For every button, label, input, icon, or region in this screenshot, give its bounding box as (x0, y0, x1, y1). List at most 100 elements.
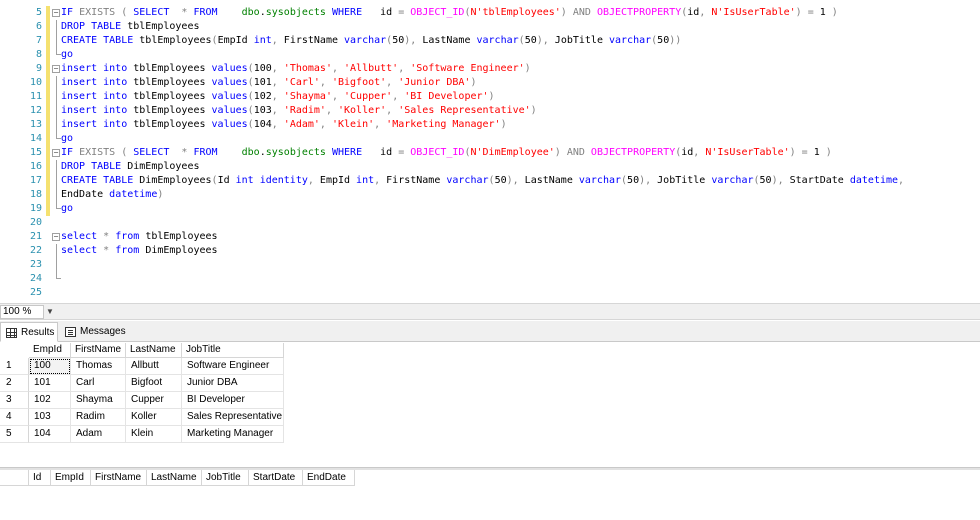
collapse-icon[interactable]: − (52, 9, 60, 17)
column-header-startdate[interactable]: StartDate (249, 470, 303, 486)
code-line[interactable]: 9 − insert into tblEmployees values(100, '… (0, 62, 980, 76)
code-line[interactable]: 22 select * from DimEmployees (0, 244, 980, 258)
collapse-icon[interactable]: − (52, 149, 60, 157)
table-cell[interactable]: Sales Representative (182, 409, 284, 426)
table-cell[interactable]: Koller (126, 409, 182, 426)
code-line[interactable]: 16 DROP TABLE DimEmployees (0, 160, 980, 174)
row-number[interactable]: 5 (0, 426, 29, 443)
table-cell[interactable]: Software Engineer (182, 358, 284, 375)
code-line[interactable]: 19 go (0, 202, 980, 216)
code-line[interactable]: 10 insert into tblEmployees values(101, '… (0, 76, 980, 90)
collapse-icon[interactable]: − (52, 65, 60, 73)
code-token: , (325, 105, 338, 116)
column-header-id[interactable]: Id (29, 470, 51, 486)
code-token: DROP TABLE (61, 161, 128, 172)
row-number[interactable]: 2 (0, 375, 29, 392)
tab-results[interactable]: Results (0, 322, 58, 342)
code-text: insert into tblEmployees values(104, 'Ad… (61, 118, 507, 132)
code-line[interactable]: 7 CREATE TABLE tblEmployees(EmpId int, Fi… (0, 34, 980, 48)
table-cell[interactable]: BI Developer (182, 392, 284, 409)
code-line[interactable]: 14 go (0, 132, 980, 146)
results-grid-dimemployees[interactable]: Id EmpId FirstName LastName JobTitle StartDat… (0, 470, 360, 490)
change-marker (46, 202, 50, 216)
code-text: select * from DimEmployees (61, 244, 218, 258)
change-marker (46, 20, 50, 34)
code-text: DROP TABLE tblEmployees (61, 20, 199, 34)
code-line[interactable]: 24 (0, 272, 980, 286)
code-line[interactable]: 5 − IF EXISTS ( SELECT * FROM dbo.sysobjec… (0, 6, 980, 20)
code-token: varchar (608, 35, 652, 46)
zoom-level-select[interactable]: 100 % (0, 305, 44, 319)
code-token: ), (506, 175, 525, 186)
code-line[interactable]: 21 − select * from tblEmployees (0, 230, 980, 244)
collapse-icon[interactable]: − (52, 233, 60, 241)
line-number: 14 (29, 133, 42, 144)
code-line[interactable]: 12 insert into tblEmployees values(103, '… (0, 104, 980, 118)
column-header-enddate[interactable]: EndDate (303, 470, 355, 486)
table-cell[interactable]: Cupper (126, 392, 182, 409)
column-header-jobtitle[interactable]: JobTitle (182, 343, 284, 358)
code-token: 'Klein' (331, 119, 375, 130)
chevron-down-icon[interactable]: ▼ (46, 307, 55, 317)
table-cell[interactable]: Radim (71, 409, 126, 426)
row-number[interactable]: 3 (0, 392, 29, 409)
code-text: go (61, 132, 73, 146)
tab-messages[interactable]: Messages (60, 322, 128, 342)
fold-guide (56, 188, 57, 202)
code-line[interactable]: 11 insert into tblEmployees values(102, '… (0, 90, 980, 104)
code-token: AND (572, 7, 597, 18)
grid-icon (6, 328, 17, 338)
code-line[interactable]: 17 CREATE TABLE DimEmployees(Id int ident… (0, 174, 980, 188)
row-number[interactable]: 4 (0, 409, 29, 426)
code-line[interactable]: 6 DROP TABLE tblEmployees (0, 20, 980, 34)
row-number[interactable]: 1 (0, 358, 29, 375)
table-cell[interactable]: 104 (29, 426, 71, 443)
code-token: insert into (61, 63, 134, 74)
code-line[interactable]: 18 EndDate datetime) (0, 188, 980, 202)
code-line[interactable]: 25 (0, 286, 980, 300)
code-token: , (271, 63, 284, 74)
table-cell[interactable]: Junior DBA (182, 375, 284, 392)
column-header-lastname[interactable]: LastName (126, 343, 182, 358)
code-token: ) = (789, 147, 814, 158)
horizontal-scrollbar[interactable] (60, 306, 980, 318)
table-cell[interactable]: 103 (29, 409, 71, 426)
table-cell[interactable]: Bigfoot (126, 375, 182, 392)
code-line[interactable]: 23 (0, 258, 980, 272)
column-header-empid[interactable]: EmpId (29, 343, 71, 358)
column-header-jobtitle[interactable]: JobTitle (202, 470, 249, 486)
table-cell[interactable]: 102 (29, 392, 71, 409)
code-text: insert into tblEmployees values(100, 'Th… (61, 62, 531, 76)
table-cell[interactable]: Klein (126, 426, 182, 443)
code-line[interactable]: 13 insert into tblEmployees values(104, '… (0, 118, 980, 132)
table-cell[interactable]: Shayma (71, 392, 126, 409)
code-token: tblEmployees (145, 231, 218, 242)
column-header-lastname[interactable]: LastName (147, 470, 202, 486)
code-token: 101 (253, 77, 272, 88)
change-marker (46, 146, 50, 160)
code-token: FROM (193, 147, 224, 158)
line-number: 5 (35, 7, 42, 18)
code-line[interactable]: 20 (0, 216, 980, 230)
code-line[interactable]: 15 − IF EXISTS ( SELECT * FROM dbo.sysobje… (0, 146, 980, 160)
code-token: * (103, 231, 116, 242)
grid-corner[interactable] (0, 470, 29, 486)
table-cell[interactable]: Adam (71, 426, 126, 443)
code-line[interactable]: 8 go (0, 48, 980, 62)
code-token: DimEmployees (145, 245, 218, 256)
code-token: , (693, 147, 706, 158)
column-header-empid[interactable]: EmpId (51, 470, 91, 486)
code-lines[interactable]: 5− IF EXISTS ( SELECT * FROM dbo.sysobjec… (0, 6, 980, 300)
query-editor[interactable]: 5− IF EXISTS ( SELECT * FROM dbo.sysobjec… (0, 0, 980, 303)
table-cell[interactable]: Thomas (71, 358, 126, 375)
table-cell[interactable]: Allbutt (126, 358, 182, 375)
results-grid-tblemployees[interactable]: EmpId FirstName LastName JobTitle 1 100 Thomas… (0, 343, 286, 448)
table-cell[interactable]: 101 (29, 375, 71, 392)
table-cell[interactable]: Carl (71, 375, 126, 392)
code-token: , (319, 77, 332, 88)
code-token: ) (554, 147, 567, 158)
column-header-firstname[interactable]: FirstName (91, 470, 147, 486)
table-cell[interactable]: Marketing Manager (182, 426, 284, 443)
table-cell[interactable]: 100 (29, 358, 71, 375)
column-header-firstname[interactable]: FirstName (71, 343, 126, 358)
